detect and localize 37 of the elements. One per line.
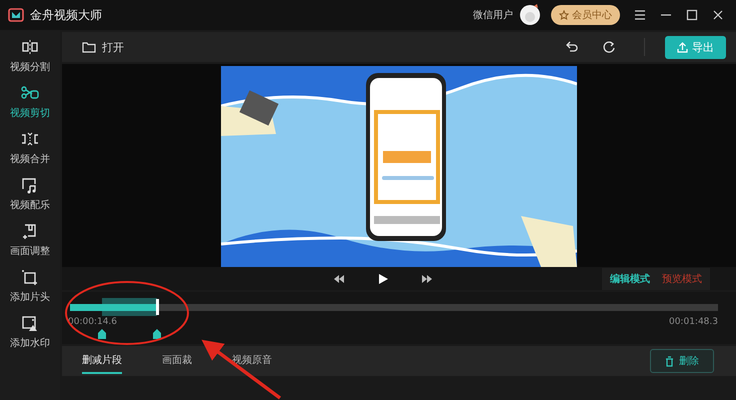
panel-tab[interactable]: 画面裁 [162,348,192,374]
vip-center-button[interactable]: 会员中心 [551,5,620,25]
previous-icon[interactable] [332,272,346,284]
sidebar-item[interactable]: 视频合并 [1,128,59,168]
sidebar-item[interactable]: 添加片头 [1,266,59,306]
undo-icon[interactable] [564,40,578,54]
intro-tool-icon [20,268,40,286]
folder-icon [82,41,96,53]
avatar-icon[interactable] [519,4,541,26]
playhead[interactable] [156,299,159,315]
watermark-tool-icon [20,314,40,332]
next-icon[interactable] [420,272,434,284]
trash-icon [665,356,674,366]
sidebar-item[interactable]: 视频剪切 [1,82,59,122]
redo-icon[interactable] [602,40,616,54]
mode-button[interactable]: 编辑模式 [608,270,652,288]
cut-marker-icon[interactable] [98,329,106,339]
star-icon [559,10,569,20]
total-time: 00:01:48.3 [668,317,718,327]
delete-button[interactable]: 删除 [650,349,714,373]
sidebar-item[interactable]: 画面调整 [1,220,59,260]
play-icon[interactable] [376,272,390,284]
sidebar-item[interactable]: 视频配乐 [1,174,59,214]
app-title: 金舟视频大师 [30,6,102,24]
panel-tab[interactable]: 删减片段 [82,348,122,374]
menu-icon[interactable] [633,8,647,22]
split-tool-icon [20,38,40,56]
user-name[interactable]: 微信用户 [473,8,513,22]
merge-tool-icon [20,130,40,148]
app-logo-icon [8,8,24,22]
cut-marker-icon[interactable] [152,329,161,339]
open-button[interactable]: 打开 [76,38,130,56]
close-icon[interactable] [711,8,725,22]
maximize-icon[interactable] [685,8,699,22]
upload-icon [677,42,688,52]
sidebar-item[interactable]: 视频分割 [1,36,59,76]
sidebar-item[interactable]: 添加水印 [1,312,59,352]
